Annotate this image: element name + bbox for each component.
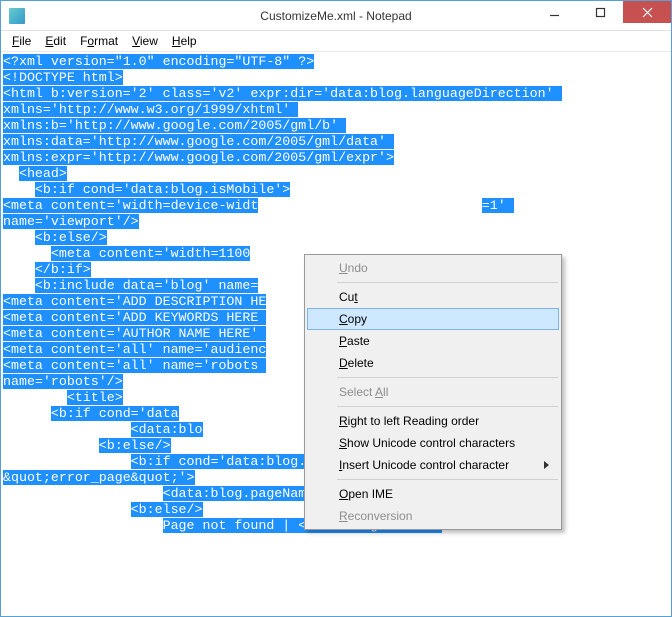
ctx-copy[interactable]: Copy xyxy=(307,308,559,330)
menu-file[interactable]: File xyxy=(5,32,38,50)
menu-edit-rest: dit xyxy=(53,34,66,48)
menu-view[interactable]: View xyxy=(125,32,165,50)
ctx-separator xyxy=(337,377,558,378)
ctx-rtl[interactable]: Right to left Reading order xyxy=(307,410,559,432)
editor-line: <?xml version="1.0" encoding="UTF-8" ?> xyxy=(3,54,669,70)
menu-edit[interactable]: Edit xyxy=(38,32,73,50)
editor-line: xmlns:data='http://www.google.com/2005/g… xyxy=(3,134,669,150)
menu-format[interactable]: Format xyxy=(73,32,125,50)
ctx-delete[interactable]: Delete xyxy=(307,352,559,374)
editor-line: <meta content='width=device-widt =1' xyxy=(3,198,669,214)
ctx-select-all[interactable]: Select All xyxy=(307,381,559,403)
ctx-open-ime[interactable]: Open IME xyxy=(307,483,559,505)
menu-help[interactable]: Help xyxy=(165,32,204,50)
editor-line: <b:if cond='data:blog.isMobile'> xyxy=(3,182,669,198)
ctx-reconversion[interactable]: Reconversion xyxy=(307,505,559,527)
editor-line: xmlns:expr='http://www.google.com/2005/g… xyxy=(3,150,669,166)
menu-format-rest: rmat xyxy=(94,34,118,48)
app-icon xyxy=(9,8,25,24)
menu-file-rest: ile xyxy=(19,34,31,48)
editor-line: <b:else/> xyxy=(3,230,669,246)
ctx-show-ucc[interactable]: Show Unicode control characters xyxy=(307,432,559,454)
ctx-separator xyxy=(337,406,558,407)
minimize-button[interactable] xyxy=(531,1,577,23)
window-controls xyxy=(531,1,671,23)
editor-line: <!DOCTYPE html> xyxy=(3,70,669,86)
ctx-insert-ucc[interactable]: Insert Unicode control character xyxy=(307,454,559,476)
context-menu: Undo Cut Copy Paste Delete Select All Ri… xyxy=(304,254,562,530)
menu-view-rest: iew xyxy=(140,34,158,48)
maximize-button[interactable] xyxy=(577,1,623,23)
ctx-separator xyxy=(337,282,558,283)
editor-line: xmlns='http://www.w3.org/1999/xhtml' xyxy=(3,102,669,118)
titlebar[interactable]: CustomizeMe.xml - Notepad xyxy=(1,1,671,31)
menu-help-rest: elp xyxy=(181,34,197,48)
ctx-undo[interactable]: Undo xyxy=(307,257,559,279)
submenu-arrow-icon xyxy=(544,461,549,469)
editor-line: xmlns:b='http://www.google.com/2005/gml/… xyxy=(3,118,669,134)
ctx-separator xyxy=(337,479,558,480)
editor-line: <head> xyxy=(3,166,669,182)
ctx-cut[interactable]: Cut xyxy=(307,286,559,308)
editor-line: <html b:version='2' class='v2' expr:dir=… xyxy=(3,86,669,102)
ctx-paste[interactable]: Paste xyxy=(307,330,559,352)
editor-line: name='viewport'/> xyxy=(3,214,669,230)
close-button[interactable] xyxy=(623,1,671,23)
menubar: File Edit Format View Help xyxy=(1,31,671,52)
